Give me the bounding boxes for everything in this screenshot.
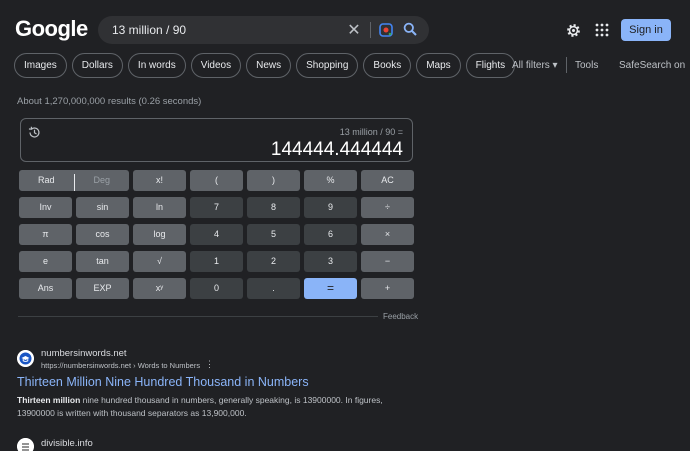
digit-2-key[interactable]: 2	[247, 251, 300, 272]
chip-images[interactable]: Images	[14, 53, 67, 78]
search-input[interactable]: 13 million / 90	[112, 23, 186, 37]
digit-7-key[interactable]: 7	[190, 197, 243, 218]
chip-flights[interactable]: Flights	[465, 53, 516, 78]
subtract-key[interactable]: −	[361, 251, 414, 272]
safesearch-button[interactable]: SafeSearch on	[619, 60, 685, 71]
search-filter-chips: Images Dollars In words Videos News Shop…	[14, 53, 516, 79]
add-key[interactable]: +	[361, 278, 414, 299]
log-key[interactable]: log	[133, 224, 186, 245]
result-stats: About 1,270,000,000 results (0.26 second…	[17, 96, 202, 107]
calculator-expression: 13 million / 90 =	[339, 127, 403, 137]
decimal-point-key[interactable]: .	[247, 278, 300, 299]
equals-key[interactable]: =	[304, 278, 357, 299]
sin-key[interactable]: sin	[76, 197, 129, 218]
digit-1-key[interactable]: 1	[190, 251, 243, 272]
multiply-key[interactable]: ×	[361, 224, 414, 245]
chip-videos[interactable]: Videos	[190, 53, 242, 78]
digit-5-key[interactable]: 5	[247, 224, 300, 245]
sqrt-key[interactable]: √	[133, 251, 186, 272]
inv-key[interactable]: Inv	[19, 197, 72, 218]
more-options-icon[interactable]: ⋮	[205, 359, 214, 370]
ln-key[interactable]: ln	[133, 197, 186, 218]
digit-3-key[interactable]: 3	[304, 251, 357, 272]
google-logo[interactable]: Google	[15, 16, 88, 42]
tan-key[interactable]: tan	[76, 251, 129, 272]
search-divider	[370, 22, 371, 38]
search-box[interactable]: 13 million / 90 ✕	[98, 16, 429, 44]
site-favicon-icon	[17, 350, 34, 367]
rad-key[interactable]: Rad	[19, 170, 74, 191]
result-site-name[interactable]: numbersinwords.net	[41, 348, 127, 359]
close-paren-key[interactable]: )	[247, 170, 300, 191]
chip-in-words[interactable]: In words	[127, 53, 186, 78]
result-title-link[interactable]: Thirteen Million Nine Hundred Thousand i…	[17, 375, 309, 389]
digit-9-key[interactable]: 9	[304, 197, 357, 218]
google-lens-icon[interactable]	[379, 23, 393, 37]
sign-in-button[interactable]: Sign in	[621, 19, 671, 41]
top-bar: Google 13 million / 90 ✕ Sign in	[0, 0, 690, 48]
factorial-key[interactable]: x!	[133, 170, 186, 191]
calculator-divider	[18, 316, 378, 317]
tools-button[interactable]: Tools	[575, 60, 598, 71]
deg-key[interactable]: Deg	[73, 174, 130, 191]
tools-divider	[566, 57, 567, 73]
chip-books[interactable]: Books	[363, 53, 412, 78]
divide-key[interactable]: ÷	[361, 197, 414, 218]
google-apps-icon[interactable]	[595, 23, 609, 37]
settings-gear-icon[interactable]	[566, 23, 581, 38]
percent-key[interactable]: %	[304, 170, 357, 191]
all-filters-button[interactable]: All filters ▾	[512, 60, 558, 71]
calculator-display: 13 million / 90 = 144444.444444	[20, 118, 413, 162]
clear-icon[interactable]: ✕	[345, 20, 363, 40]
result-url[interactable]: https://numbersinwords.net › Words to Nu…	[41, 361, 200, 370]
digit-4-key[interactable]: 4	[190, 224, 243, 245]
chip-dollars[interactable]: Dollars	[71, 53, 123, 78]
history-icon[interactable]	[28, 126, 41, 139]
pi-key[interactable]: π	[19, 224, 72, 245]
result-site-name[interactable]: divisible.info	[41, 438, 93, 449]
digit-6-key[interactable]: 6	[304, 224, 357, 245]
chip-maps[interactable]: Maps	[416, 53, 461, 78]
site-favicon-icon	[17, 438, 34, 451]
snippet-highlight: Thirteen million	[17, 395, 81, 405]
feedback-link[interactable]: Feedback	[383, 312, 418, 321]
cos-key[interactable]: cos	[76, 224, 129, 245]
chip-news[interactable]: News	[246, 53, 292, 78]
calculator-result: 144444.444444	[270, 139, 403, 160]
search-icon[interactable]	[403, 22, 417, 36]
ans-key[interactable]: Ans	[19, 278, 72, 299]
digit-8-key[interactable]: 8	[247, 197, 300, 218]
exp-key[interactable]: EXP	[76, 278, 129, 299]
digit-0-key[interactable]: 0	[190, 278, 243, 299]
open-paren-key[interactable]: (	[190, 170, 243, 191]
e-key[interactable]: e	[19, 251, 72, 272]
all-clear-key[interactable]: AC	[361, 170, 414, 191]
result-snippet: Thirteen million nine hundred thousand i…	[17, 394, 417, 420]
rad-deg-toggle[interactable]: Rad Deg	[19, 170, 129, 191]
power-key[interactable]: xʸ	[133, 278, 186, 299]
chip-shopping[interactable]: Shopping	[296, 53, 359, 78]
